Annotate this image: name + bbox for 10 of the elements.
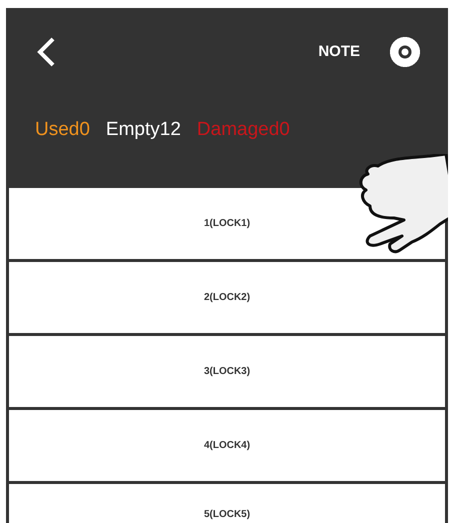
stat-label: Damaged0 xyxy=(196,118,290,142)
stat-label: Used0 xyxy=(35,118,90,142)
lock-row[interactable]: 5(LOCK5) xyxy=(9,484,445,523)
back-icon[interactable] xyxy=(36,37,56,67)
lock-row[interactable]: 2(LOCK2) xyxy=(9,262,445,333)
settings-icon[interactable] xyxy=(390,37,420,67)
lock-row[interactable]: 4(LOCK4) xyxy=(9,410,445,481)
stat-label: Empty12 xyxy=(106,118,181,142)
lock-row[interactable]: 3(LOCK3) xyxy=(9,336,445,407)
note-button[interactable]: NOTE xyxy=(318,40,360,64)
